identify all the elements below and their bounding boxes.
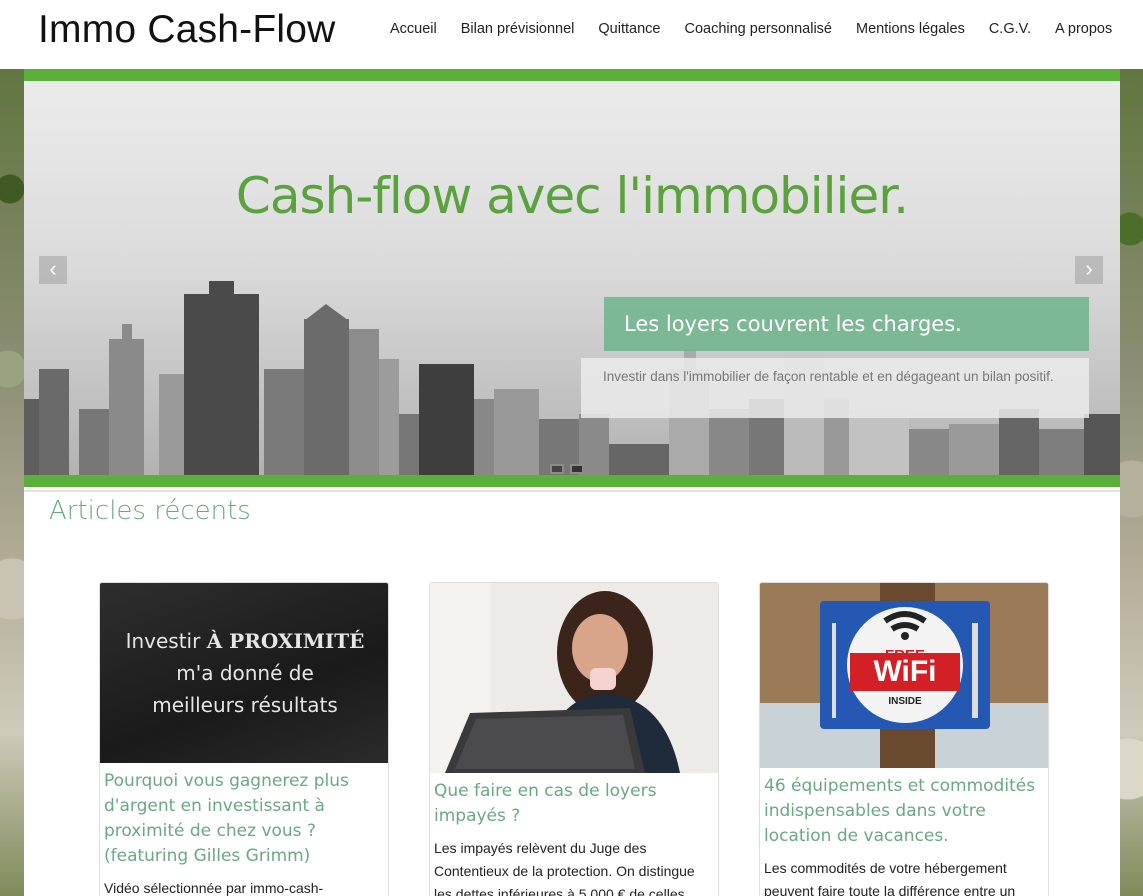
woman-with-laptop-photo (430, 583, 718, 773)
article-title[interactable]: Pourquoi vous gagnerez plus d'argent en … (100, 763, 388, 869)
carousel-indicator-2[interactable] (570, 464, 584, 474)
site-brand[interactable]: Immo Cash-Flow (38, 8, 336, 52)
main-content: Cash-flow avec l'immobilier. ‹ › Les loy… (24, 69, 1120, 896)
section-divider (24, 490, 1120, 492)
image-text-bold: À PROXIMITÉ (206, 629, 365, 653)
nav-accueil[interactable]: Accueil (378, 20, 449, 38)
article-card[interactable]: FREE WiFi INSIDE 46 équipements et commo… (759, 582, 1049, 896)
hero-caption-title: Les loyers couvrent les charges. (604, 297, 1089, 351)
hero-carousel: Cash-flow avec l'immobilier. ‹ › Les loy… (24, 69, 1120, 487)
hero-bottom-border (24, 475, 1120, 487)
site-header: Immo Cash-Flow Accueil Bilan prévisionne… (0, 0, 1143, 69)
article-image[interactable] (430, 583, 718, 773)
sign-inside-text: INSIDE (888, 696, 922, 707)
hero-title: Cash-flow avec l'immobilier. (235, 167, 909, 225)
carousel-indicator-1[interactable] (550, 464, 564, 474)
nav-cgv[interactable]: C.G.V. (977, 20, 1043, 38)
hero-caption-text: Investir dans l'immobilier de façon rent… (581, 358, 1089, 418)
image-text-line2: m'a donné de (176, 661, 314, 685)
article-excerpt: Les impayés relèvent du Juge des Content… (434, 840, 695, 896)
nav-bilan-previsionnel[interactable]: Bilan prévisionnel (449, 20, 587, 38)
carousel-prev-button[interactable]: ‹ (39, 256, 67, 284)
carousel-indicators (550, 464, 584, 474)
sign-wifi-text: WiFi (873, 655, 937, 688)
main-nav: Accueil Bilan prévisionnel Quittance Coa… (378, 20, 1124, 38)
article-title[interactable]: Que faire en cas de loyers impayés ? (430, 773, 718, 829)
nav-mentions-legales[interactable]: Mentions légales (844, 20, 977, 38)
image-text-line1: Investir (125, 629, 201, 653)
article-image[interactable]: FREE WiFi INSIDE (760, 583, 1048, 768)
carousel-next-button[interactable]: › (1075, 256, 1103, 284)
nav-coaching[interactable]: Coaching personnalisé (672, 20, 844, 38)
article-card[interactable]: Investir À PROXIMITÉ m'a donné de meille… (99, 582, 389, 896)
recent-articles-heading: Articles récents (49, 496, 251, 526)
article-card[interactable]: Que faire en cas de loyers impayés ? Les… (429, 582, 719, 896)
nav-quittance[interactable]: Quittance (586, 20, 672, 38)
article-excerpt: Vidéo sélectionnée par immo-cash- (104, 880, 324, 896)
article-image[interactable]: Investir À PROXIMITÉ m'a donné de meille… (100, 583, 388, 763)
image-text-line3: meilleurs résultats (152, 693, 338, 717)
chevron-right-icon: › (1085, 256, 1093, 281)
chevron-left-icon: ‹ (49, 256, 57, 281)
skyline-image (24, 281, 1120, 479)
nav-a-propos[interactable]: A propos (1043, 20, 1124, 38)
article-excerpt: Les commodités de votre hébergement peuv… (764, 860, 1016, 896)
article-title[interactable]: 46 équipements et commodités indispensab… (760, 768, 1048, 849)
